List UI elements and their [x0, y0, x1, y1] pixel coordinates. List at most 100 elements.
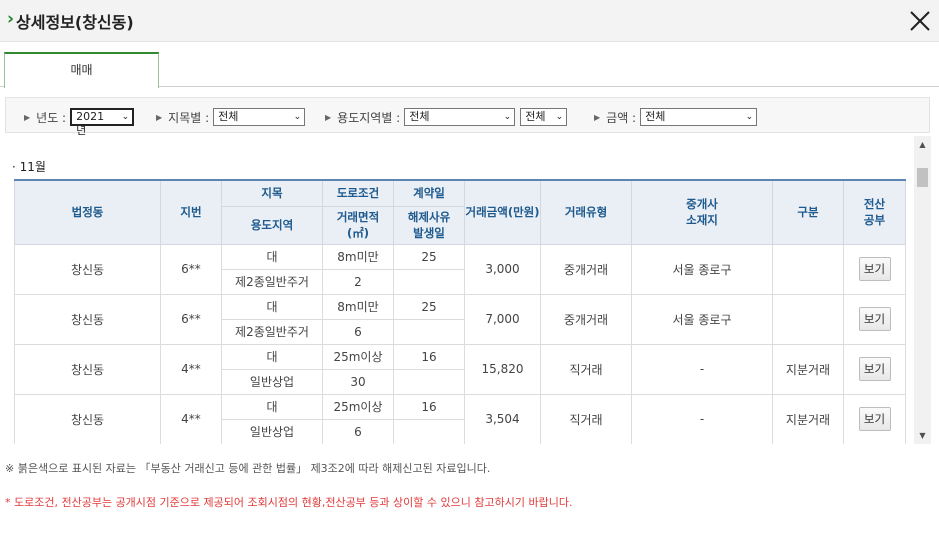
- header-road: 도로조건: [322, 179, 394, 207]
- cell-cancel: [393, 318, 465, 345]
- cell-jibun: 4**: [160, 393, 222, 444]
- year-select-value: 2021년: [76, 110, 105, 137]
- land-label: 지목별 :: [168, 110, 210, 125]
- cell-zone: 일반상업: [221, 418, 323, 444]
- cell-day: 16: [393, 343, 465, 370]
- zone-select-value: 전체: [409, 110, 430, 123]
- zone-filter: ▶ 용도지역별 : 전체 ⌄ 전체 ⌄: [325, 108, 568, 126]
- header-deal-type: 거래유형: [540, 179, 632, 245]
- cell-doc: 보기: [843, 343, 906, 395]
- cell-doc: 보기: [843, 243, 906, 295]
- cell-road: 8m미만: [322, 293, 394, 320]
- land-select-value: 전체: [218, 110, 239, 123]
- zone-sub-select-value: 전체: [525, 110, 546, 123]
- header-contract-day: 계약일: [393, 179, 465, 207]
- header-area: 거래면적 (㎡): [322, 205, 394, 245]
- scroll-down-arrow-icon[interactable]: ▼: [914, 427, 931, 444]
- cell-jibun: 6**: [160, 243, 222, 295]
- view-button[interactable]: 보기: [858, 357, 891, 381]
- vertical-scrollbar[interactable]: ▲ ▼: [914, 136, 931, 444]
- amount-select-value: 전체: [645, 110, 666, 123]
- chevron-down-icon: ⌄: [503, 112, 512, 122]
- cell-zone: 제2종일반주거: [221, 268, 323, 295]
- triangle-right-icon: ▶: [24, 112, 31, 122]
- scrollbar-thumb[interactable]: [917, 168, 928, 187]
- cell-dong: 창신동: [14, 243, 161, 295]
- chevron-down-icon: ⌄: [293, 112, 302, 122]
- header-agent-location: 중개사 소재지: [631, 179, 773, 245]
- cell-deal-type: 중개거래: [540, 243, 632, 295]
- cell-area: 30: [322, 368, 394, 395]
- chevron-right-icon: ›: [7, 9, 15, 29]
- chevron-down-icon: ⌄: [121, 112, 130, 122]
- cancellation-note: ※ 붉은색으로 표시된 자료는 「부동산 거래신고 등에 관한 법률」 제3조2…: [5, 462, 491, 475]
- cell-area: 2: [322, 268, 394, 295]
- cell-jibun: 4**: [160, 343, 222, 395]
- table-row: 창신동 4** 대 25m이상 16 3,504 직거래 - 지분거래 보기: [14, 393, 906, 444]
- cell-zone: 제2종일반주거: [221, 318, 323, 345]
- land-filter: ▶ 지목별 : 전체 ⌄: [156, 108, 306, 126]
- cell-area: 6: [322, 418, 394, 444]
- chevron-down-icon: ⌄: [555, 112, 564, 122]
- cell-agent: -: [631, 393, 773, 444]
- chevron-down-icon: ⌄: [745, 112, 754, 122]
- cell-area: 6: [322, 318, 394, 345]
- header-agent-line1: 중개사: [686, 197, 718, 212]
- triangle-right-icon: ▶: [156, 112, 163, 122]
- header-category: 구분: [772, 179, 844, 245]
- table-row: 창신동 6** 대 8m미만 25 3,000 중개거래 서울 종로구 보기: [14, 243, 906, 295]
- cell-dong: 창신동: [14, 343, 161, 395]
- header-area-line2: (㎡): [346, 226, 369, 240]
- close-icon[interactable]: [906, 7, 934, 35]
- cell-agent: -: [631, 343, 773, 395]
- table-row: 창신동 4** 대 25m이상 16 15,820 직거래 - 지분거래 보기: [14, 343, 906, 395]
- amount-select[interactable]: 전체 ⌄: [640, 108, 758, 126]
- cell-deal-type: 직거래: [540, 393, 632, 444]
- cell-jibun: 6**: [160, 293, 222, 345]
- tab-sale[interactable]: 매매: [4, 52, 159, 88]
- land-select[interactable]: 전체 ⌄: [213, 108, 306, 126]
- cell-cancel: [393, 268, 465, 295]
- view-button[interactable]: 보기: [858, 407, 891, 431]
- cell-zone: 일반상업: [221, 368, 323, 395]
- cell-cancel: [393, 418, 465, 444]
- cell-jimok: 대: [221, 293, 323, 320]
- cell-category: [772, 293, 844, 345]
- zone-sub-select[interactable]: 전체 ⌄: [520, 108, 568, 126]
- cell-dong: 창신동: [14, 393, 161, 444]
- tab-bar: 매매: [0, 52, 939, 88]
- header-cancel-line1: 해제사유: [407, 210, 451, 224]
- table-row: 창신동 6** 대 8m미만 25 7,000 중개거래 서울 종로구 보기: [14, 293, 906, 345]
- cell-price: 15,820: [464, 343, 541, 395]
- amount-filter: ▶ 금액 : 전체 ⌄: [594, 108, 758, 126]
- cell-category: [772, 243, 844, 295]
- disclaimer-note: * 도로조건, 전산공부는 공개시점 기준으로 제공되어 조회시점의 현황,전산…: [5, 496, 573, 509]
- dialog-title: 상세정보(창신동): [16, 13, 134, 32]
- cell-day: 16: [393, 393, 465, 420]
- cell-category: 지분거래: [772, 343, 844, 395]
- header-area-line1: 거래면적: [336, 210, 380, 224]
- cell-day: 25: [393, 293, 465, 320]
- year-filter: ▶ 년도 : 2021년 ⌄: [24, 108, 135, 137]
- cell-jimok: 대: [221, 393, 323, 420]
- header-dong: 법정동: [14, 179, 161, 245]
- cell-agent: 서울 종로구: [631, 243, 773, 295]
- zone-label: 용도지역별 :: [337, 110, 401, 125]
- view-button[interactable]: 보기: [858, 257, 891, 281]
- cell-jimok: 대: [221, 343, 323, 370]
- view-button[interactable]: 보기: [858, 307, 891, 331]
- header-zone: 용도지역: [221, 205, 323, 245]
- scroll-up-arrow-icon[interactable]: ▲: [914, 136, 931, 153]
- cell-doc: 보기: [843, 293, 906, 345]
- zone-select[interactable]: 전체 ⌄: [404, 108, 516, 126]
- filter-bar: ▶ 년도 : 2021년 ⌄ ▶ 지목별 : 전체 ⌄ ▶ 용도지역별 : 전체…: [5, 97, 930, 137]
- cell-deal-type: 중개거래: [540, 293, 632, 345]
- header-doc-line2: 공부: [863, 213, 886, 228]
- transaction-table: 법정동 지번 지목 도로조건 계약일 거래금액(만원) 거래유형 중개사 소재지 …: [14, 179, 906, 444]
- year-label: 년도 :: [36, 110, 67, 125]
- cell-agent: 서울 종로구: [631, 293, 773, 345]
- header-cancel-line2: 발생일: [413, 226, 445, 240]
- cell-cancel: [393, 368, 465, 395]
- year-select[interactable]: 2021년 ⌄: [70, 108, 135, 137]
- transaction-table-container: 법정동 지번 지목 도로조건 계약일 거래금액(만원) 거래유형 중개사 소재지 …: [14, 179, 906, 444]
